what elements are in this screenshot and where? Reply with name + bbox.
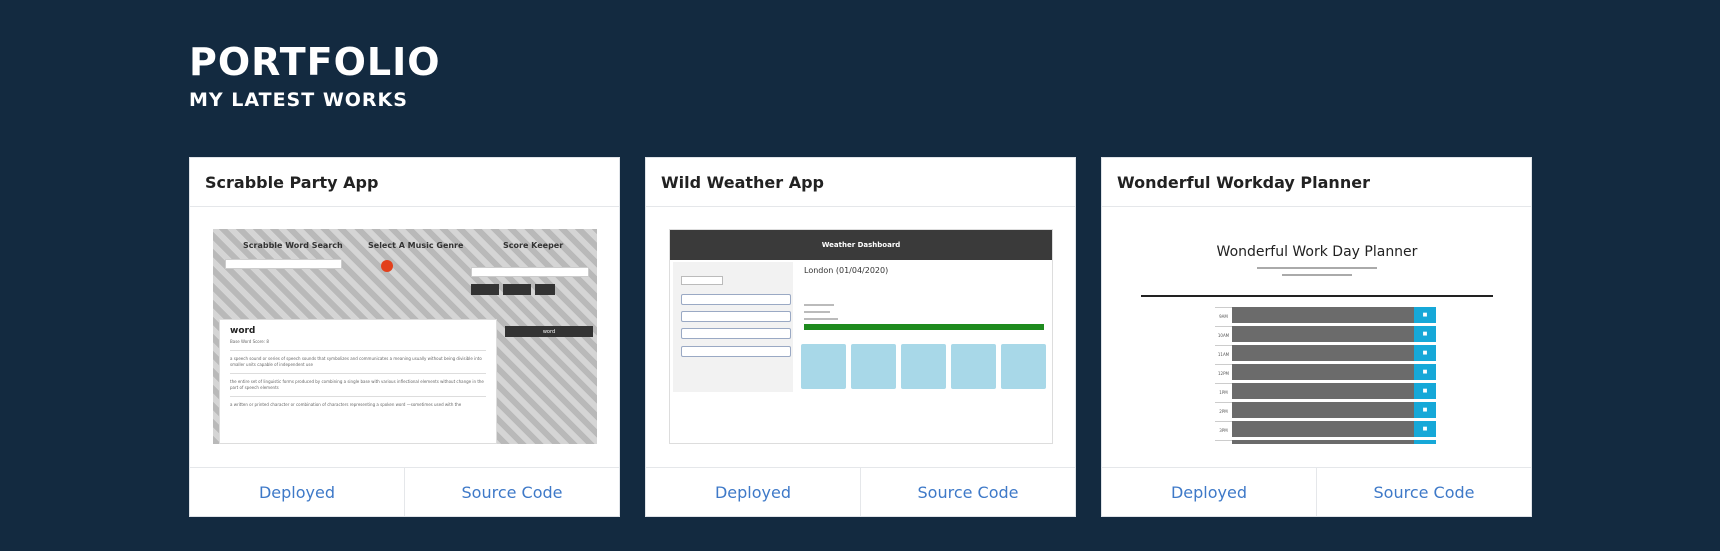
preview-planner-title: Wonderful Work Day Planner	[1216, 244, 1418, 260]
time-block-text	[1232, 364, 1414, 381]
preview-word-button: word	[505, 326, 593, 337]
time-block-row: 4PM ■	[1215, 440, 1436, 444]
source-code-link[interactable]: Source Code	[860, 468, 1075, 516]
divider	[1141, 295, 1493, 297]
deployed-link[interactable]: Deployed	[1102, 468, 1316, 516]
preview-score-input	[471, 267, 589, 277]
forecast-card	[801, 344, 846, 389]
time-block-row: 11AM ■	[1215, 345, 1436, 362]
preview-button	[503, 284, 531, 295]
preview-definition: a speech sound or series of speech sound…	[230, 356, 482, 367]
time-block-hour: 1PM	[1215, 383, 1232, 401]
card-title: Wonderful Workday Planner	[1102, 158, 1531, 207]
time-block-row: 3PM ■	[1215, 421, 1436, 438]
time-block-row: 2PM ■	[1215, 402, 1436, 419]
deployed-link[interactable]: Deployed	[646, 468, 860, 516]
time-block-hour: 4PM	[1215, 440, 1232, 444]
time-block-text	[1232, 345, 1414, 362]
save-icon: ■	[1414, 383, 1436, 400]
source-code-link[interactable]: Source Code	[404, 468, 619, 516]
source-code-link[interactable]: Source Code	[1316, 468, 1531, 516]
time-block-text	[1232, 383, 1414, 400]
card-preview: Weather Dashboard London (01/04/2020)	[646, 207, 1075, 470]
preview-sidebar	[673, 262, 793, 392]
preview-city-heading: London (01/04/2020)	[804, 266, 889, 275]
weather-screenshot: Weather Dashboard London (01/04/2020)	[669, 229, 1053, 444]
time-block-hour: 10AM	[1215, 326, 1232, 344]
preview-dashboard-title: Weather Dashboard	[670, 230, 1052, 260]
save-icon: ■	[1414, 326, 1436, 343]
card-title: Wild Weather App	[646, 158, 1075, 207]
definition-panel: word Base Word Score: 8 a speech sound o…	[219, 319, 497, 444]
deployed-link[interactable]: Deployed	[190, 468, 404, 516]
time-block-text	[1232, 307, 1414, 324]
project-card-weather: Wild Weather App Weather Dashboard Londo…	[645, 157, 1076, 517]
save-icon: ■	[1414, 421, 1436, 438]
time-block-text	[1232, 402, 1414, 419]
time-block-hour: 9AM	[1215, 307, 1232, 325]
play-icon	[381, 260, 393, 272]
time-block-hour: 11AM	[1215, 345, 1232, 363]
preview-search-input	[225, 259, 342, 269]
save-icon: ■	[1414, 364, 1436, 381]
card-preview: Scrabble Word Search Select A Music Genr…	[190, 207, 619, 470]
time-block-row: 10AM ■	[1215, 326, 1436, 343]
time-block-hour: 12PM	[1215, 364, 1232, 382]
uv-index-bar	[804, 324, 1044, 330]
section-title: PORTFOLIO	[189, 40, 441, 84]
time-block-text	[1232, 326, 1414, 343]
time-block-row: 12PM ■	[1215, 364, 1436, 381]
preview-label: Select A Music Genre	[368, 241, 464, 250]
card-footer: Deployed Source Code	[646, 467, 1075, 516]
time-block-text	[1232, 440, 1414, 444]
time-block-hour: 3PM	[1215, 421, 1232, 439]
time-block-row: 9AM ■	[1215, 307, 1436, 324]
project-card-planner: Wonderful Workday Planner Wonderful Work…	[1101, 157, 1532, 517]
card-preview: Wonderful Work Day Planner 9AM ■ 10AM ■ 11AM…	[1102, 207, 1531, 470]
scrabble-screenshot: Scrabble Word Search Select A Music Genr…	[213, 229, 597, 444]
save-icon: ■	[1414, 345, 1436, 362]
preview-base-score: Base Word Score: 8	[230, 339, 269, 344]
project-card-scrabble: Scrabble Party App Scrabble Word Search …	[189, 157, 620, 517]
preview-label: Score Keeper	[503, 241, 564, 250]
preview-button	[535, 284, 555, 295]
preview-button	[471, 284, 499, 295]
preview-definition: the entire set of linguistic forms produ…	[230, 379, 484, 390]
card-title: Scrabble Party App	[190, 158, 619, 207]
preview-definition: a written or printed character or combin…	[230, 402, 462, 407]
planner-screenshot: Wonderful Work Day Planner 9AM ■ 10AM ■ 11AM…	[1125, 229, 1509, 444]
save-icon: ■	[1414, 307, 1436, 324]
preview-word-heading: word	[230, 326, 256, 336]
time-block-hour: 2PM	[1215, 402, 1232, 420]
forecast-card	[901, 344, 946, 389]
save-icon: ■	[1414, 402, 1436, 419]
preview-label: Scrabble Word Search	[243, 241, 343, 250]
forecast-card	[951, 344, 996, 389]
forecast-card	[1001, 344, 1046, 389]
time-block-row: 1PM ■	[1215, 383, 1436, 400]
card-footer: Deployed Source Code	[1102, 467, 1531, 516]
save-icon: ■	[1414, 440, 1436, 444]
card-footer: Deployed Source Code	[190, 467, 619, 516]
section-subtitle: MY LATEST WORKS	[189, 89, 408, 111]
forecast-card	[851, 344, 896, 389]
time-block-text	[1232, 421, 1414, 438]
